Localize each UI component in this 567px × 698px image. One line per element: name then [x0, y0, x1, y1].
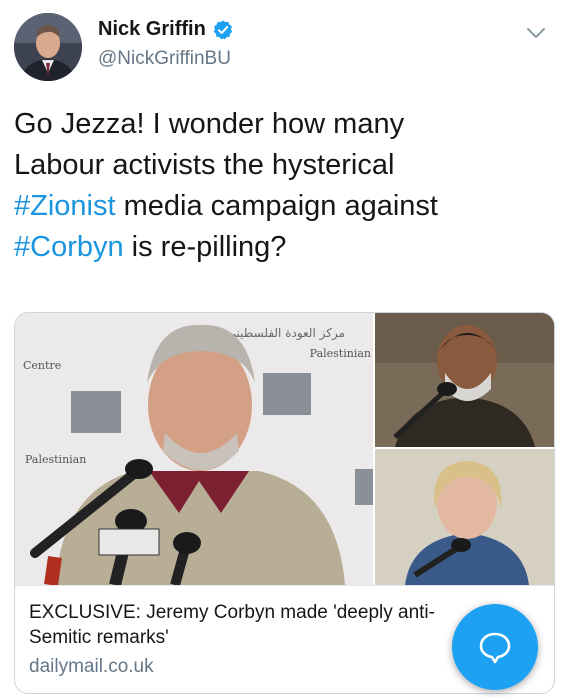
backdrop-text-palestinian: Palestinian	[25, 453, 86, 466]
card-title-line: Semitic remarks'	[29, 627, 169, 648]
card-title-line: EXCLUSIVE: Jeremy Corbyn made 'deeply an…	[29, 602, 435, 623]
backdrop-arabic-text: مركز العودة الفلسطيني	[227, 326, 345, 341]
tweet-line: #Corbyn is re-pilling?	[14, 227, 554, 268]
hashtag-corbyn[interactable]: #Corbyn	[14, 231, 124, 263]
card-image[interactable]: مركز العودة الفلسطيني Palestinian Centre…	[15, 313, 554, 587]
hashtag-zionist[interactable]: #Zionist	[14, 190, 116, 222]
tweet-text-fragment: is re-pilling?	[123, 231, 287, 263]
chevron-down-icon[interactable]	[525, 22, 547, 44]
card-title[interactable]: EXCLUSIVE: Jeremy Corbyn made 'deeply an…	[29, 600, 459, 650]
compose-reply-button[interactable]	[452, 604, 538, 690]
author-avatar[interactable]	[14, 13, 82, 81]
card-photo-collage: مركز العودة الفلسطيني Palestinian Centre…	[15, 313, 554, 587]
tweet-header: Nick Griffin @NickGriffinBU	[0, 0, 567, 100]
card-domain[interactable]: dailymail.co.uk	[29, 656, 154, 678]
tweet-body: Go Jezza! I wonder how many Labour activ…	[14, 104, 554, 268]
author-handle[interactable]: @NickGriffinBU	[98, 48, 231, 70]
verified-badge-icon	[213, 19, 232, 39]
backdrop-text-palestinian: Palestinian	[310, 347, 371, 360]
tweet-line: Labour activists the hysterical	[14, 149, 395, 181]
reply-bubble-icon	[479, 632, 511, 664]
author-name-row: Nick Griffin	[98, 18, 234, 41]
tweet-line: Go Jezza! I wonder how many	[14, 108, 405, 140]
author-display-name[interactable]: Nick Griffin	[98, 18, 206, 41]
backdrop-text-centre: Centre	[23, 359, 61, 372]
tweet-text-fragment: media campaign against	[115, 190, 438, 222]
tweet-line: #Zionist media campaign against	[14, 186, 554, 227]
avatar-photo	[14, 13, 82, 81]
